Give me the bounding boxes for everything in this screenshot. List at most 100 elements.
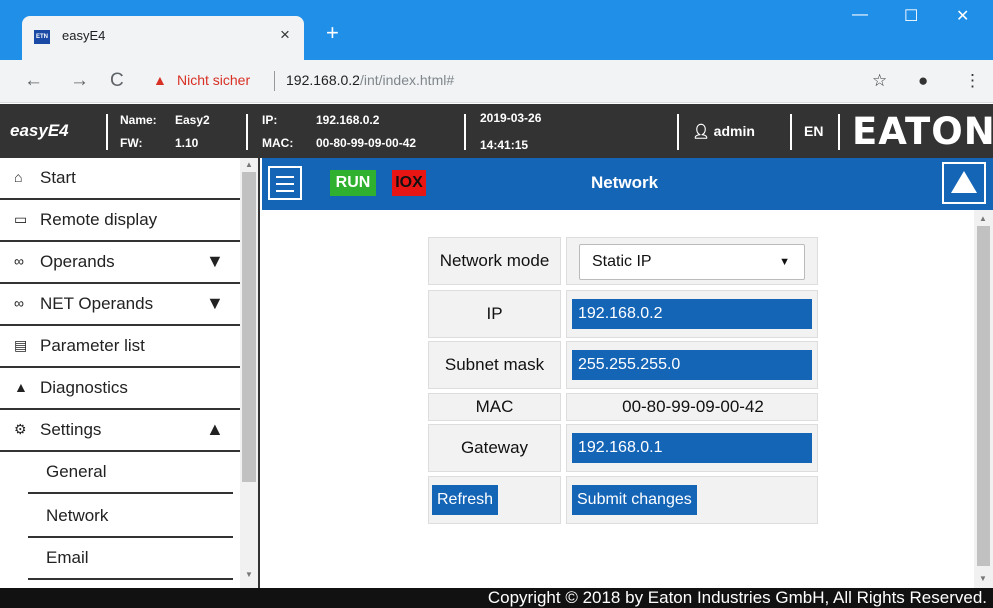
- sidebar-scrollbar[interactable]: ▲ ▼: [240, 158, 258, 588]
- main-scroll-thumb[interactable]: [977, 226, 990, 566]
- header-divider: [790, 114, 792, 150]
- page-title: Network: [590, 173, 659, 192]
- name-value: Easy2: [175, 113, 210, 127]
- browser-titlebar: ETN easyE4 × + — ☐ ✕: [0, 0, 993, 60]
- sidebar-item-start[interactable]: ⌂ Start: [0, 158, 240, 200]
- time-value: 14:41:15: [480, 138, 529, 152]
- eaton-favicon-icon: ETN: [34, 30, 50, 44]
- network-mode-cell: Static IP ▼: [566, 237, 818, 285]
- hamburger-menu-button[interactable]: [268, 166, 302, 200]
- mac-address-value: 00-80-99-09-00-42: [622, 397, 764, 416]
- scroll-top-button[interactable]: [942, 162, 986, 204]
- eaton-logo: EATON: [852, 110, 993, 153]
- account-icon[interactable]: ●: [918, 71, 928, 91]
- hamburger-line: [276, 176, 294, 178]
- sidebar: ⌂ Start ▭ Remote display ∞ Operands ▼ ∞ …: [0, 158, 260, 588]
- gateway-label: Gateway: [428, 424, 561, 472]
- url-field[interactable]: 192.168.0.2/int/index.html#: [286, 72, 454, 88]
- hamburger-line: [276, 183, 294, 185]
- user-menu[interactable]: 👤︎ admin: [692, 123, 755, 140]
- sidebar-scroll-thumb[interactable]: [242, 172, 256, 482]
- scroll-down-icon[interactable]: ▼: [245, 570, 253, 579]
- refresh-cell: Refresh: [428, 476, 561, 524]
- ip-input[interactable]: 192.168.0.2: [572, 299, 812, 329]
- sidebar-item-net-operands[interactable]: ∞ NET Operands ▼: [0, 284, 240, 326]
- tab-close-icon[interactable]: ×: [280, 25, 290, 45]
- subnet-mask-input[interactable]: 255.255.255.0: [572, 350, 812, 380]
- ip-cell: 192.168.0.2: [566, 290, 818, 338]
- sidebar-item-settings[interactable]: ⚙︎ Settings ▲: [0, 410, 240, 452]
- header-divider: [106, 114, 108, 150]
- browser-window: ETN easyE4 × + — ☐ ✕ ← → C ▲ Nicht siche…: [0, 0, 993, 608]
- sidebar-subitem-general[interactable]: General: [28, 452, 233, 494]
- scroll-down-icon[interactable]: ▼: [979, 574, 987, 583]
- header-divider: [838, 114, 840, 150]
- main-scrollbar[interactable]: ▲ ▼: [974, 210, 993, 588]
- sidebar-item-label: NET Operands: [40, 294, 154, 313]
- security-label[interactable]: Nicht sicher: [177, 72, 250, 88]
- mac-field-label: MAC: [428, 393, 561, 421]
- sidebar-subitem-network[interactable]: Network: [28, 496, 233, 538]
- sidebar-item-operands[interactable]: ∞ Operands ▼: [0, 242, 240, 284]
- sidebar-item-label: Email: [46, 548, 89, 567]
- network-mode-value: Static IP: [592, 253, 652, 270]
- scroll-up-icon[interactable]: ▲: [979, 214, 987, 223]
- chevron-up-icon: ▲: [206, 419, 224, 439]
- user-icon: 👤︎: [692, 123, 714, 139]
- warning-icon: ▲: [14, 379, 28, 395]
- ip-label: IP:: [262, 113, 278, 127]
- forward-icon[interactable]: →: [70, 70, 89, 92]
- header-divider: [246, 114, 248, 150]
- submit-changes-button[interactable]: Submit changes: [572, 485, 697, 515]
- mac-value: 00-80-99-09-00-42: [316, 136, 417, 150]
- sidebar-item-label: Start: [40, 168, 76, 187]
- user-name: admin: [713, 123, 755, 139]
- sidebar-item-label: Settings: [40, 420, 102, 439]
- new-tab-button[interactable]: +: [326, 22, 339, 44]
- home-icon: ⌂: [14, 169, 23, 185]
- url-path: /int/index.html#: [359, 72, 455, 88]
- reload-icon[interactable]: C: [110, 70, 124, 92]
- scroll-up-icon[interactable]: ▲: [245, 160, 253, 169]
- list-icon: ▤: [14, 337, 28, 353]
- page-footer: Copyright © 2018 by Eaton Industries Gmb…: [0, 588, 993, 608]
- tab-title: easyE4: [62, 28, 106, 43]
- chevron-down-icon: ▼: [206, 251, 224, 271]
- sidebar-subitem-email[interactable]: Email: [28, 538, 233, 580]
- minimize-button[interactable]: —: [852, 6, 868, 24]
- app-logo: easyE4: [10, 121, 69, 140]
- browser-tab[interactable]: ETN easyE4 ×: [22, 16, 304, 60]
- fw-value: 1.10: [175, 136, 199, 150]
- name-label: Name:: [120, 113, 157, 127]
- monitor-icon: ▭: [14, 211, 28, 227]
- star-icon[interactable]: ☆: [872, 71, 887, 91]
- menu-dots-icon[interactable]: ⋮: [964, 71, 981, 91]
- sidebar-item-label: General: [46, 462, 107, 481]
- maximize-button[interactable]: ☐: [904, 6, 918, 26]
- header-divider: [464, 114, 466, 150]
- fw-label: FW:: [120, 136, 143, 150]
- mac-cell: 00-80-99-09-00-42: [566, 393, 818, 421]
- subnet-mask-label: Subnet mask: [428, 341, 561, 389]
- main-content: Network mode Static IP ▼ IP 192.168.0.2 …: [262, 210, 993, 588]
- sidebar-item-parameter-list[interactable]: ▤ Parameter list: [0, 326, 240, 368]
- sidebar-item-remote-display[interactable]: ▭ Remote display: [0, 200, 240, 242]
- chevron-down-icon: ▼: [779, 256, 790, 268]
- sidebar-item-label: Remote display: [40, 210, 158, 229]
- iox-status-badge: IOX: [392, 170, 426, 196]
- sidebar-item-diagnostics[interactable]: ▲ Diagnostics: [0, 368, 240, 410]
- address-divider: [274, 71, 275, 91]
- gateway-input[interactable]: 192.168.0.1: [572, 433, 812, 463]
- submit-cell: Submit changes: [566, 476, 818, 524]
- back-icon[interactable]: ←: [24, 70, 43, 92]
- hamburger-line: [276, 190, 294, 192]
- header-divider: [677, 114, 679, 150]
- sidebar-item-label: Network: [46, 506, 109, 525]
- language-select[interactable]: EN: [804, 123, 823, 139]
- url-host: 192.168.0.2: [286, 72, 360, 88]
- sidebar-item-label: Parameter list: [40, 336, 145, 355]
- network-mode-select[interactable]: Static IP ▼: [579, 244, 805, 280]
- refresh-button[interactable]: Refresh: [432, 485, 499, 515]
- page-toolbar: RUN IOX Network: [262, 158, 993, 210]
- close-window-button[interactable]: ✕: [956, 6, 969, 26]
